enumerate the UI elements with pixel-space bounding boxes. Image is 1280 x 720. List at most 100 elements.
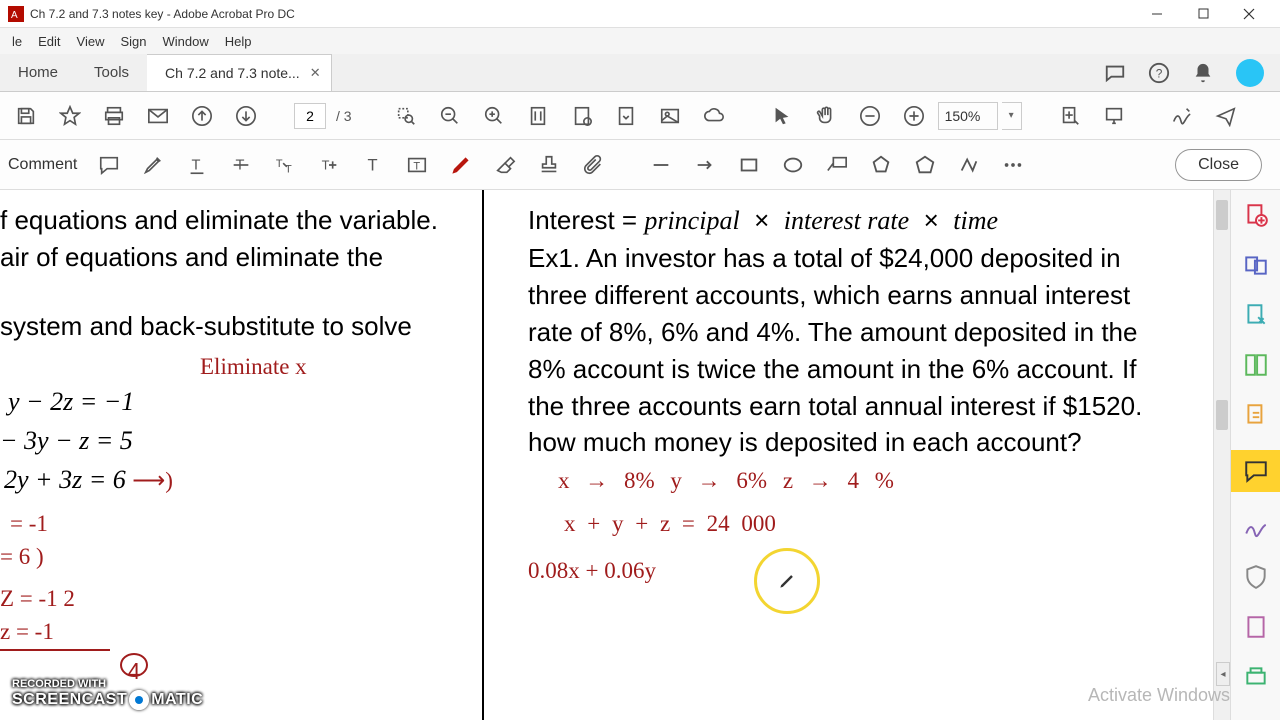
print-icon[interactable] bbox=[94, 96, 134, 136]
print-production-icon[interactable] bbox=[1241, 662, 1271, 692]
menu-help[interactable]: Help bbox=[217, 34, 260, 49]
left-line3: system and back-substitute to solve bbox=[0, 308, 470, 345]
search-icon[interactable] bbox=[386, 96, 426, 136]
download-icon[interactable] bbox=[226, 96, 266, 136]
text-comment-icon[interactable]: T bbox=[353, 145, 393, 185]
cursor-indicator bbox=[754, 548, 820, 614]
combine-icon[interactable] bbox=[1241, 250, 1271, 280]
document-tab[interactable]: Ch 7.2 and 7.3 note... ✕ bbox=[147, 54, 332, 91]
left-hand4: Z = -1 2 bbox=[0, 583, 470, 616]
pencil-draw-icon[interactable] bbox=[441, 145, 481, 185]
collapse-panel-icon[interactable]: ◂ bbox=[1216, 662, 1230, 686]
scroll-thumb-2[interactable] bbox=[1216, 400, 1228, 430]
rect-icon[interactable] bbox=[729, 145, 769, 185]
close-window-button[interactable] bbox=[1226, 0, 1272, 28]
sticky-note-icon[interactable] bbox=[89, 145, 129, 185]
svg-text:T: T bbox=[322, 157, 330, 172]
zoom-plus-icon[interactable] bbox=[894, 96, 934, 136]
save-icon[interactable] bbox=[6, 96, 46, 136]
select-tool-icon[interactable] bbox=[762, 96, 802, 136]
fit-width-icon[interactable] bbox=[562, 96, 602, 136]
page-down-icon[interactable] bbox=[606, 96, 646, 136]
nav-tabs: Home Tools Ch 7.2 and 7.3 note... ✕ ? bbox=[0, 54, 1280, 92]
hand-tool-icon[interactable] bbox=[806, 96, 846, 136]
left-eq3: 2y + 3z = 6 ⟶) bbox=[4, 461, 470, 500]
menu-sign[interactable]: Sign bbox=[112, 34, 154, 49]
create-pdf-icon[interactable] bbox=[1241, 200, 1271, 230]
more-tools-icon[interactable] bbox=[993, 145, 1033, 185]
document-view[interactable]: f equations and eliminate the variable. … bbox=[0, 190, 1213, 720]
more-tools-panel-icon[interactable] bbox=[1241, 612, 1271, 642]
svg-text:T: T bbox=[192, 157, 201, 173]
right-hand2: x + y + z = 24 000 bbox=[564, 508, 1148, 541]
menu-edit[interactable]: Edit bbox=[30, 34, 68, 49]
notification-icon[interactable] bbox=[1192, 62, 1214, 84]
email-icon[interactable] bbox=[138, 96, 178, 136]
protect-icon[interactable] bbox=[1241, 562, 1271, 592]
left-line2: air of equations and eliminate the bbox=[0, 239, 470, 276]
connected-lines-icon[interactable] bbox=[949, 145, 989, 185]
comment-tool-icon[interactable] bbox=[1231, 450, 1280, 492]
star-icon[interactable] bbox=[50, 96, 90, 136]
content-area: f equations and eliminate the variable. … bbox=[0, 190, 1280, 720]
polygon-icon[interactable] bbox=[861, 145, 901, 185]
insert-image-icon[interactable] bbox=[650, 96, 690, 136]
stamp-icon[interactable] bbox=[529, 145, 569, 185]
page-number-input[interactable] bbox=[294, 103, 326, 129]
share-icon[interactable] bbox=[1206, 96, 1246, 136]
chat-icon[interactable] bbox=[1104, 62, 1126, 84]
attach-icon[interactable] bbox=[573, 145, 613, 185]
nav-tools[interactable]: Tools bbox=[76, 54, 147, 91]
fit-page-icon[interactable] bbox=[518, 96, 558, 136]
replace-text-icon[interactable]: TT bbox=[265, 145, 305, 185]
text-box-icon[interactable]: T bbox=[397, 145, 437, 185]
right-formula: Interest = principal × interest rate × t… bbox=[528, 202, 1148, 240]
text-callout-icon[interactable] bbox=[817, 145, 857, 185]
nav-home[interactable]: Home bbox=[0, 54, 76, 91]
sign-icon[interactable] bbox=[1162, 96, 1202, 136]
cloud-icon[interactable] bbox=[694, 96, 734, 136]
insert-icon[interactable] bbox=[1050, 96, 1090, 136]
maximize-button[interactable] bbox=[1180, 0, 1226, 28]
zoom-out-icon[interactable] bbox=[430, 96, 470, 136]
help-icon[interactable]: ? bbox=[1148, 62, 1170, 84]
left-page-content: f equations and eliminate the variable. … bbox=[0, 202, 470, 688]
page-divider bbox=[482, 190, 484, 720]
minimize-button[interactable] bbox=[1134, 0, 1180, 28]
right-problem: Ex1. An investor has a total of $24,000 … bbox=[528, 240, 1148, 461]
line-icon[interactable] bbox=[641, 145, 681, 185]
left-eq2: − 3y − z = 5 bbox=[0, 422, 470, 461]
highlight-icon[interactable] bbox=[133, 145, 173, 185]
right-page-content: Interest = principal × interest rate × t… bbox=[528, 202, 1148, 587]
menu-view[interactable]: View bbox=[69, 34, 113, 49]
read-mode-icon[interactable] bbox=[1094, 96, 1134, 136]
svg-text:T: T bbox=[276, 157, 283, 169]
menu-window[interactable]: Window bbox=[155, 34, 217, 49]
user-avatar[interactable] bbox=[1236, 59, 1264, 87]
eraser-icon[interactable] bbox=[485, 145, 525, 185]
oval-icon[interactable] bbox=[773, 145, 813, 185]
edit-pdf-icon[interactable] bbox=[1241, 300, 1271, 330]
arrow-icon[interactable] bbox=[685, 145, 725, 185]
svg-text:A: A bbox=[11, 10, 18, 21]
fill-sign-icon[interactable] bbox=[1241, 512, 1271, 542]
zoom-dropdown-icon[interactable]: ▾ bbox=[1002, 102, 1022, 130]
comment-toolbar: Comment T T TT T T T Close bbox=[0, 140, 1280, 190]
zoom-minus-icon[interactable] bbox=[850, 96, 890, 136]
menu-file[interactable]: le bbox=[4, 34, 30, 49]
organize-icon[interactable] bbox=[1241, 400, 1271, 430]
zoom-value[interactable]: 150% bbox=[938, 102, 998, 130]
upload-icon[interactable] bbox=[182, 96, 222, 136]
vertical-scrollbar[interactable] bbox=[1213, 190, 1230, 720]
svg-text:T: T bbox=[414, 160, 421, 172]
zoom-in-icon[interactable] bbox=[474, 96, 514, 136]
scroll-thumb[interactable] bbox=[1216, 200, 1228, 230]
close-tab-icon[interactable]: ✕ bbox=[310, 65, 321, 81]
strikethrough-icon[interactable]: T bbox=[221, 145, 261, 185]
close-button[interactable]: Close bbox=[1175, 149, 1262, 181]
export-pdf-icon[interactable] bbox=[1241, 350, 1271, 380]
underline-icon[interactable]: T bbox=[177, 145, 217, 185]
right-hand3: 0.08x + 0.06y bbox=[528, 555, 1148, 588]
cloud-shape-icon[interactable] bbox=[905, 145, 945, 185]
insert-text-icon[interactable]: T bbox=[309, 145, 349, 185]
